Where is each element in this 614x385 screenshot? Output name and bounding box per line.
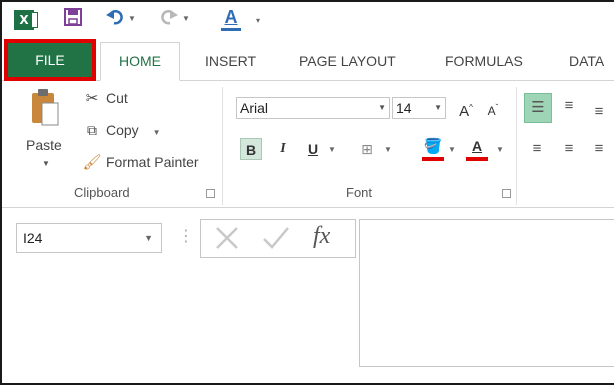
checkmark-icon [263, 227, 289, 249]
top-align-button[interactable]: ☰ [524, 93, 552, 123]
top-align-icon: ☰ [531, 99, 545, 116]
tab-insert[interactable]: INSERT [194, 42, 267, 80]
grow-font-button[interactable]: A^ [456, 97, 476, 120]
customize-toolbar-icon[interactable]: ▾ [256, 10, 260, 32]
font-size-value: 14 [396, 100, 412, 116]
underline-dropdown-icon[interactable]: ▼ [328, 145, 336, 154]
paint-bucket-icon: 🪣 [423, 138, 443, 155]
format-painter-button[interactable]: 🖌 Format Painter [82, 151, 199, 173]
close-icon [216, 227, 238, 249]
ribbon-home: Paste ▼ ✂ Cut ⧉ Copy ▼ 🖌 Format Painter Cli… [2, 81, 614, 208]
middle-align-icon: ≡ [564, 97, 574, 114]
quick-access-toolbar: X ▼ ▼ A ▾ [2, 2, 614, 36]
formula-buttons: fx [200, 219, 356, 258]
redo-button[interactable] [160, 6, 178, 28]
scissors-icon: ✂ [85, 90, 99, 107]
bold-button[interactable]: B [240, 138, 262, 160]
cut-button[interactable]: ✂ Cut [82, 87, 128, 109]
copy-icon: ⧉ [87, 122, 97, 138]
copy-dropdown-icon[interactable]: ▼ [153, 128, 161, 137]
chevron-down-icon: ▼ [434, 103, 442, 112]
paste-icon [32, 89, 59, 126]
insert-function-button[interactable]: fx [313, 223, 330, 250]
bottom-align-button[interactable]: ≡ [588, 101, 610, 123]
fill-color-dropdown-icon[interactable]: ▼ [448, 145, 456, 154]
borders-dropdown-icon[interactable]: ▼ [384, 145, 392, 154]
clipboard-launcher-icon[interactable] [206, 189, 215, 198]
name-box-value: I24 [23, 230, 43, 246]
align-center-button[interactable]: ≡ [558, 138, 580, 160]
font-size-dropdown[interactable]: 14 ▼ [392, 97, 446, 119]
font-launcher-icon[interactable] [502, 189, 511, 198]
font-color-bar [221, 28, 241, 31]
paintbrush-icon: 🖌 [82, 154, 102, 171]
tab-data[interactable]: DATA [558, 42, 614, 80]
chevron-down-icon: ▼ [378, 103, 386, 112]
formula-input[interactable] [359, 219, 614, 367]
font-color-ribbon-bar [466, 157, 488, 161]
copy-label: Copy [106, 122, 139, 138]
italic-button[interactable]: I [274, 138, 292, 160]
paste-button[interactable] [30, 87, 60, 127]
tab-home[interactable]: HOME [100, 42, 180, 81]
cancel-button[interactable] [213, 224, 241, 257]
align-right-icon: ≡ [594, 140, 604, 157]
tab-file[interactable]: FILE [8, 43, 92, 77]
divider [2, 383, 614, 384]
shrink-font-icon: A [487, 104, 496, 118]
paste-dropdown-icon[interactable]: ▼ [42, 159, 50, 168]
excel-window: X ▼ ▼ A ▾ FILE HOME INSERT PAGE LAYOUT F… [0, 0, 614, 385]
enter-button[interactable] [261, 224, 291, 257]
bottom-align-icon: ≡ [594, 103, 604, 120]
align-left-button[interactable]: ≡ [526, 138, 548, 160]
clipboard-group-label: Clipboard [74, 185, 130, 200]
save-icon [64, 8, 82, 26]
fill-color-button[interactable]: 🪣 [422, 135, 444, 161]
copy-button[interactable]: ⧉ Copy ▼ [82, 119, 161, 141]
font-color-ribbon-button[interactable]: A [466, 135, 488, 161]
font-color-dropdown-icon[interactable]: ▼ [496, 145, 504, 154]
cut-label: Cut [106, 90, 128, 106]
undo-button[interactable] [106, 6, 124, 28]
middle-align-button[interactable]: ≡ [558, 95, 580, 117]
chevron-down-icon[interactable]: ▼ [144, 224, 153, 252]
paste-label[interactable]: Paste [26, 137, 62, 153]
tab-formulas[interactable]: FORMULAS [434, 42, 534, 80]
format-painter-label: Format Painter [106, 154, 199, 170]
font-color-button[interactable]: A [220, 6, 242, 32]
excel-icon: X [14, 10, 38, 30]
grow-font-icon: A [459, 103, 470, 120]
excel-icon-sheet [31, 12, 38, 28]
borders-icon: ⊞ [361, 141, 373, 157]
redo-dropdown-icon[interactable]: ▼ [182, 8, 190, 30]
font-name-dropdown[interactable]: Arial ▼ [236, 97, 390, 119]
undo-icon [106, 10, 123, 25]
borders-button[interactable]: ⊞ [356, 138, 378, 160]
font-color-letter: A [224, 7, 238, 27]
group-separator [222, 87, 223, 205]
name-box[interactable]: I24 ▼ [16, 223, 162, 253]
align-right-button[interactable]: ≡ [588, 138, 610, 160]
underline-button[interactable]: U [304, 138, 322, 160]
redo-icon [161, 10, 178, 25]
ribbon-tabs: FILE HOME INSERT PAGE LAYOUT FORMULAS DA… [2, 42, 614, 81]
font-color-ribbon-letter: A [471, 138, 483, 154]
save-button[interactable] [64, 8, 82, 30]
formula-bar-grip[interactable]: ⋮ [178, 226, 194, 246]
shrink-font-button[interactable]: Aˇ [484, 97, 502, 119]
align-left-icon: ≡ [532, 140, 542, 157]
fill-color-bar [422, 157, 444, 161]
excel-icon-letter: X [19, 13, 29, 27]
group-separator [516, 87, 517, 205]
tab-page-layout[interactable]: PAGE LAYOUT [288, 42, 407, 80]
font-name-value: Arial [240, 100, 269, 116]
align-center-icon: ≡ [564, 140, 574, 157]
undo-dropdown-icon[interactable]: ▼ [128, 8, 136, 30]
font-group-label: Font [346, 185, 373, 200]
